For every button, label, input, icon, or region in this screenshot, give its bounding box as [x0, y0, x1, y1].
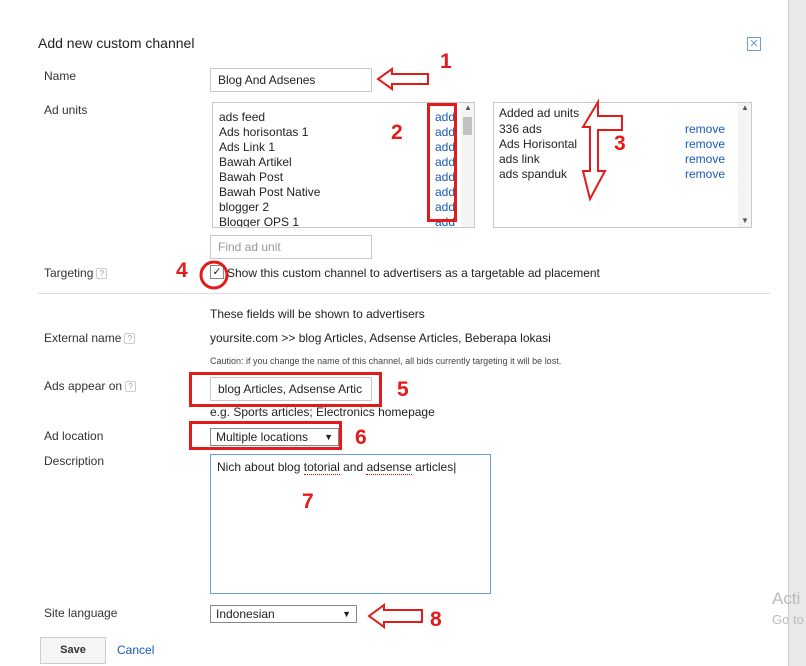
annotation-number-3: 3: [614, 132, 626, 155]
annotation-layer: [199, 67, 623, 629]
annotation-number-7: 7: [302, 490, 314, 513]
annotation-box-6: [189, 421, 342, 450]
annotation-arrow-1: [376, 67, 429, 91]
annotation-arrow-8: [367, 603, 423, 629]
annotation-circle-4: [199, 260, 229, 290]
annotation-number-2: 2: [391, 121, 403, 144]
activate-windows-watermark: Acti: [772, 589, 801, 608]
annotation-number-8: 8: [430, 608, 442, 631]
annotation-number-1: 1: [440, 50, 452, 73]
annotation-box-5: [189, 372, 382, 407]
activate-windows-subtext: Go to: [772, 612, 804, 627]
annotation-box-2: [427, 103, 457, 222]
annotation-number-4: 4: [176, 259, 188, 282]
annotation-number-5: 5: [397, 378, 409, 401]
annotation-number-6: 6: [355, 426, 367, 449]
